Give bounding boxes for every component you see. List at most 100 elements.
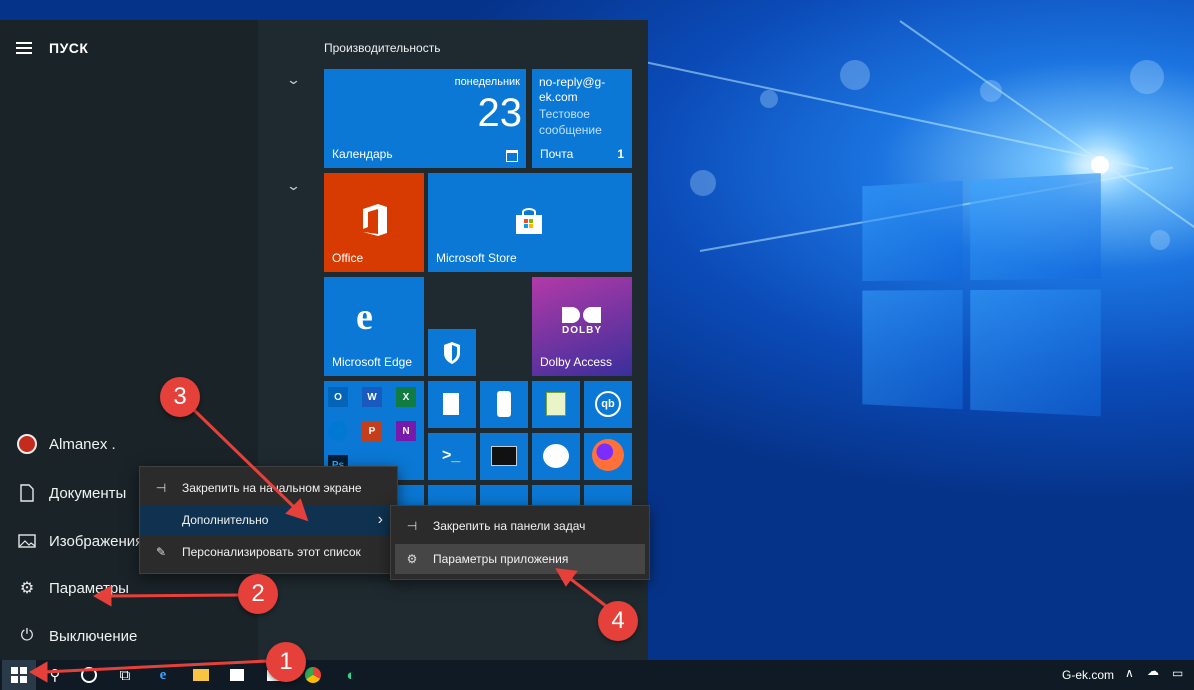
chevron-right-icon: ›: [378, 511, 383, 529]
file-explorer-icon[interactable]: [184, 660, 218, 690]
context-submenu: ⊣ Закрепить на панели задач ⚙ Параметры …: [390, 505, 650, 580]
pin-taskbar-label: Закрепить на панели задач: [433, 519, 585, 533]
menu-item-personalize[interactable]: ✎ Персонализировать этот список: [140, 537, 397, 567]
personalize-label: Персонализировать этот список: [182, 545, 361, 559]
onenote-icon[interactable]: N: [396, 421, 416, 441]
gear-icon: ⚙: [14, 578, 40, 598]
tile-edge[interactable]: e Microsoft Edge: [324, 277, 424, 376]
bokeh-light: [690, 170, 716, 196]
start-title: ПУСК: [49, 40, 88, 56]
mail-preview: сообщение: [539, 123, 602, 137]
menu-item-pin-taskbar[interactable]: ⊣ Закрепить на панели задач: [391, 511, 649, 541]
onedrive-icon[interactable]: [328, 421, 348, 441]
firefox-icon: [592, 439, 624, 471]
pin-start-label: Закрепить на начальном экране: [182, 481, 362, 495]
network-icon[interactable]: ▭: [1172, 666, 1183, 680]
windows-icon: [11, 667, 27, 683]
menu-item-pin-start[interactable]: ⊣ Закрепить на начальном экране: [140, 473, 397, 503]
tile-group-title: Производительность: [324, 41, 440, 55]
tile-partial: [584, 485, 632, 505]
excel-icon[interactable]: X: [396, 387, 416, 407]
powershell-icon: >_: [442, 447, 460, 465]
tile-mail[interactable]: no-reply@g-ek.com Тестовое сообщение Поч…: [532, 69, 632, 168]
rail-item-user[interactable]: Almanex .: [0, 426, 258, 462]
qbittorrent-icon: qb: [595, 391, 621, 417]
edge-chromium-icon[interactable]: ◐: [334, 660, 368, 690]
callout-badge-3: 3: [160, 377, 200, 417]
dolby-logo-icon: [562, 307, 602, 323]
tile-calendar[interactable]: понедельник 23 Календарь: [324, 69, 526, 168]
personalize-icon: ✎: [152, 545, 170, 559]
tray-chevron-up-icon[interactable]: ∧: [1125, 666, 1134, 680]
onedrive-cloud-icon[interactable]: ☁: [1147, 664, 1159, 678]
search-icon[interactable]: ⚲: [38, 660, 72, 690]
shield-icon: [442, 341, 462, 370]
chevron-down-icon[interactable]: ⌄: [286, 72, 301, 88]
tile-office[interactable]: Office: [324, 173, 424, 272]
taskbar: ⚲ ⧉ e ◐ G-ek.com ∧ ☁ ▭: [0, 660, 1194, 690]
light-flare: [1091, 156, 1109, 174]
mail-unread-count: 1: [617, 147, 624, 161]
tile-partial: [532, 485, 580, 505]
hamburger-menu-icon[interactable]: [16, 42, 32, 54]
callout-badge-2: 2: [238, 574, 278, 614]
mail-from: no-reply@g-ek.com: [539, 75, 627, 105]
tile-phone[interactable]: [480, 381, 528, 428]
calendar-day-number: 23: [478, 91, 523, 136]
context-menu: ⊣ Закрепить на начальном экране Дополнит…: [139, 466, 398, 574]
mail-label: Почта: [540, 147, 573, 161]
cortana-icon[interactable]: [72, 660, 106, 690]
office-icon: [360, 203, 390, 242]
photos-icon: [543, 444, 569, 468]
powerpoint-icon[interactable]: P: [362, 421, 382, 441]
calendar-day-name: понедельник: [455, 76, 520, 88]
rail-item-power[interactable]: ⏻ Выключение: [0, 618, 258, 654]
start-button[interactable]: [2, 660, 36, 690]
store-taskbar-icon[interactable]: [220, 660, 254, 690]
pin-icon: ⊣: [403, 519, 421, 533]
tile-notepad[interactable]: [532, 381, 580, 428]
task-view-icon[interactable]: ⧉: [108, 660, 142, 690]
tile-calculator[interactable]: [428, 381, 476, 428]
windows-logo-wallpaper: [862, 173, 1100, 427]
notepad-icon: [546, 392, 566, 416]
pin-icon: ⊣: [152, 481, 170, 495]
calendar-icon: [506, 150, 518, 162]
power-icon: ⏻: [14, 626, 40, 646]
rail-pictures-label: Изображения: [49, 533, 143, 550]
menu-item-app-settings[interactable]: ⚙ Параметры приложения: [395, 544, 645, 574]
picture-icon: [14, 531, 40, 551]
menu-item-more[interactable]: Дополнительно ›: [140, 505, 397, 535]
mail-subject: Тестовое: [539, 107, 590, 121]
bokeh-light: [840, 60, 870, 90]
user-avatar-icon: [14, 434, 40, 454]
chevron-down-icon[interactable]: ⌄: [286, 178, 301, 194]
edge-taskbar-icon[interactable]: e: [146, 660, 180, 690]
tile-security[interactable]: [428, 329, 476, 376]
bokeh-light: [760, 90, 778, 108]
tile-partial: [480, 485, 528, 505]
rail-item-settings[interactable]: ⚙ Параметры: [0, 570, 258, 606]
bokeh-light: [980, 80, 1002, 102]
app-settings-label: Параметры приложения: [433, 552, 568, 566]
tile-photos[interactable]: [532, 433, 580, 480]
word-icon[interactable]: W: [362, 387, 382, 407]
edge-icon: e: [356, 295, 373, 339]
more-label: Дополнительно: [182, 513, 268, 527]
callout-badge-1: 1: [266, 642, 306, 682]
rail-documents-label: Документы: [49, 485, 126, 502]
store-label: Microsoft Store: [436, 251, 517, 265]
outlook-icon[interactable]: O: [328, 387, 348, 407]
tile-firefox[interactable]: [584, 433, 632, 480]
tray-site-label: G-ek.com: [1062, 668, 1114, 682]
tile-dolby[interactable]: DOLBY Dolby Access: [532, 277, 632, 376]
store-bag-icon: [514, 207, 544, 240]
tile-powershell[interactable]: >_: [428, 433, 476, 480]
dolby-logo-text: DOLBY: [562, 325, 602, 336]
office-label: Office: [332, 251, 363, 265]
tile-command-prompt[interactable]: [480, 433, 528, 480]
command-prompt-icon: [491, 446, 517, 466]
light-beam: [640, 60, 1149, 170]
tile-store[interactable]: Microsoft Store: [428, 173, 632, 272]
tile-qbittorrent[interactable]: qb: [584, 381, 632, 428]
